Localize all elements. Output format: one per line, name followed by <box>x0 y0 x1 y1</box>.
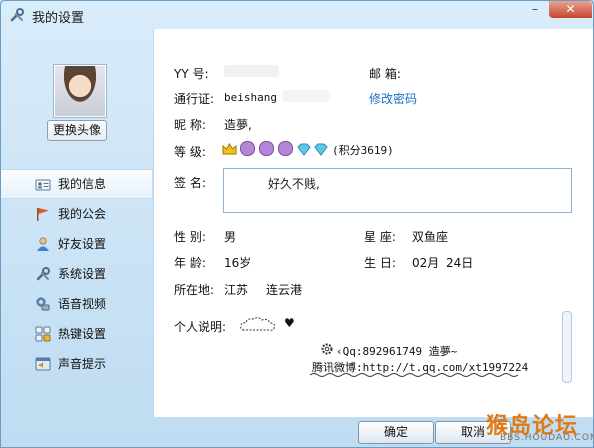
zodiac-label: 星 座: <box>364 230 396 244</box>
sidebar-item-label: 我的信息 <box>58 177 107 191</box>
wrench-icon <box>36 267 50 281</box>
passport-label: 通行证: <box>174 92 215 106</box>
wrench-icon <box>10 8 24 22</box>
description-label: 个人说明: <box>174 320 227 334</box>
settings-window: 我的设置 – □ ✕ 更换头像 我的信息 我的公会 好友设置 系统设置 <box>0 0 594 448</box>
location-province: 江苏 <box>224 283 249 297</box>
diamond-icon <box>314 143 328 156</box>
diamond-icon <box>297 143 311 156</box>
gear-icon <box>321 343 333 355</box>
level-label: 等 级: <box>174 145 206 159</box>
hotkey-icon <box>35 326 51 342</box>
email-label: 邮 箱: <box>369 67 401 81</box>
sidebar-item-label: 系统设置 <box>58 267 107 281</box>
profile-panel: YY 号: 邮 箱: 通行证: beishang 修改密码 昵 称: 造夢, 等… <box>153 29 593 417</box>
minimize-button[interactable]: – <box>523 1 547 18</box>
person-icon <box>37 237 49 251</box>
age-value: 16岁 <box>224 256 252 270</box>
birthday-month: 02月 <box>412 256 440 270</box>
title-bar: 我的设置 – □ ✕ <box>1 1 593 29</box>
avatar-image <box>55 66 105 116</box>
flag-icon <box>37 208 49 221</box>
nickname-value: 造夢, <box>224 118 252 132</box>
id-card-icon <box>35 179 51 191</box>
passport-value: beishang <box>224 91 277 104</box>
gender-label: 性 别: <box>174 230 206 244</box>
sound-icon <box>35 357 51 371</box>
ok-button[interactable]: 确定 <box>358 421 434 444</box>
close-button[interactable]: ✕ <box>549 1 592 18</box>
sidebar-item-my-guild[interactable]: 我的公会 <box>1 199 153 229</box>
yy-number-value <box>224 65 279 77</box>
change-avatar-button[interactable]: 更换头像 <box>47 120 107 141</box>
sidebar-item-my-info[interactable]: 我的信息 <box>1 169 153 199</box>
sidebar-item-label: 语音视频 <box>58 297 107 311</box>
nickname-label: 昵 称: <box>174 118 206 132</box>
sidebar-item-hotkey-settings[interactable]: 热键设置 <box>1 319 153 349</box>
location-city: 连云港 <box>266 283 303 297</box>
signature-input[interactable]: 好久不贱, <box>223 168 572 213</box>
signature-value: 好久不贱, <box>268 177 320 191</box>
level-badges: (积分3619) <box>222 141 394 158</box>
sidebar-item-sound-alerts[interactable]: 声音提示 <box>1 349 153 379</box>
change-password-link[interactable]: 修改密码 <box>369 90 417 107</box>
sidebar-nav: 我的信息 我的公会 好友设置 系统设置 语音视频 热键设置 声音提示 <box>1 169 153 379</box>
location-label: 所在地: <box>174 283 215 297</box>
points-value: (积分3619) <box>332 144 394 157</box>
wavy-underline <box>310 373 519 377</box>
description-scrollbar[interactable] <box>562 311 572 383</box>
sidebar-item-label: 好友设置 <box>58 237 107 251</box>
age-label: 年 龄: <box>174 256 206 270</box>
sidebar-item-label: 热键设置 <box>58 327 107 341</box>
passport-mask <box>282 90 330 102</box>
sidebar-item-label: 声音提示 <box>58 357 107 371</box>
signature-label: 签 名: <box>174 176 206 190</box>
voice-video-icon <box>36 297 50 311</box>
description-heart: ♥ <box>284 316 295 330</box>
birthday-label: 生 日: <box>364 256 396 270</box>
moon-icon <box>278 141 293 156</box>
sidebar-item-label: 我的公会 <box>58 207 107 221</box>
sidebar-item-system-settings[interactable]: 系统设置 <box>1 259 153 289</box>
gender-value: 男 <box>224 230 237 244</box>
moon-icon <box>259 141 274 156</box>
description-line-1: ‹Qq:892961749 造夢~ <box>336 345 458 358</box>
moon-icon <box>240 141 255 156</box>
avatar <box>53 64 107 118</box>
cloud-icon <box>240 317 275 331</box>
window-title: 我的设置 <box>32 11 85 26</box>
crown-icon <box>222 143 237 155</box>
sidebar: 更换头像 我的信息 我的公会 好友设置 系统设置 语音视频 热键设置 声音提示 <box>1 29 153 417</box>
birthday-day: 24日 <box>446 256 474 270</box>
yy-number-label: YY 号: <box>174 67 209 81</box>
watermark-url: BBS.HOUDAO.COM <box>500 433 594 443</box>
sidebar-item-friend-settings[interactable]: 好友设置 <box>1 229 153 259</box>
sidebar-item-voice-video[interactable]: 语音视频 <box>1 289 153 319</box>
zodiac-value: 双鱼座 <box>412 230 449 244</box>
